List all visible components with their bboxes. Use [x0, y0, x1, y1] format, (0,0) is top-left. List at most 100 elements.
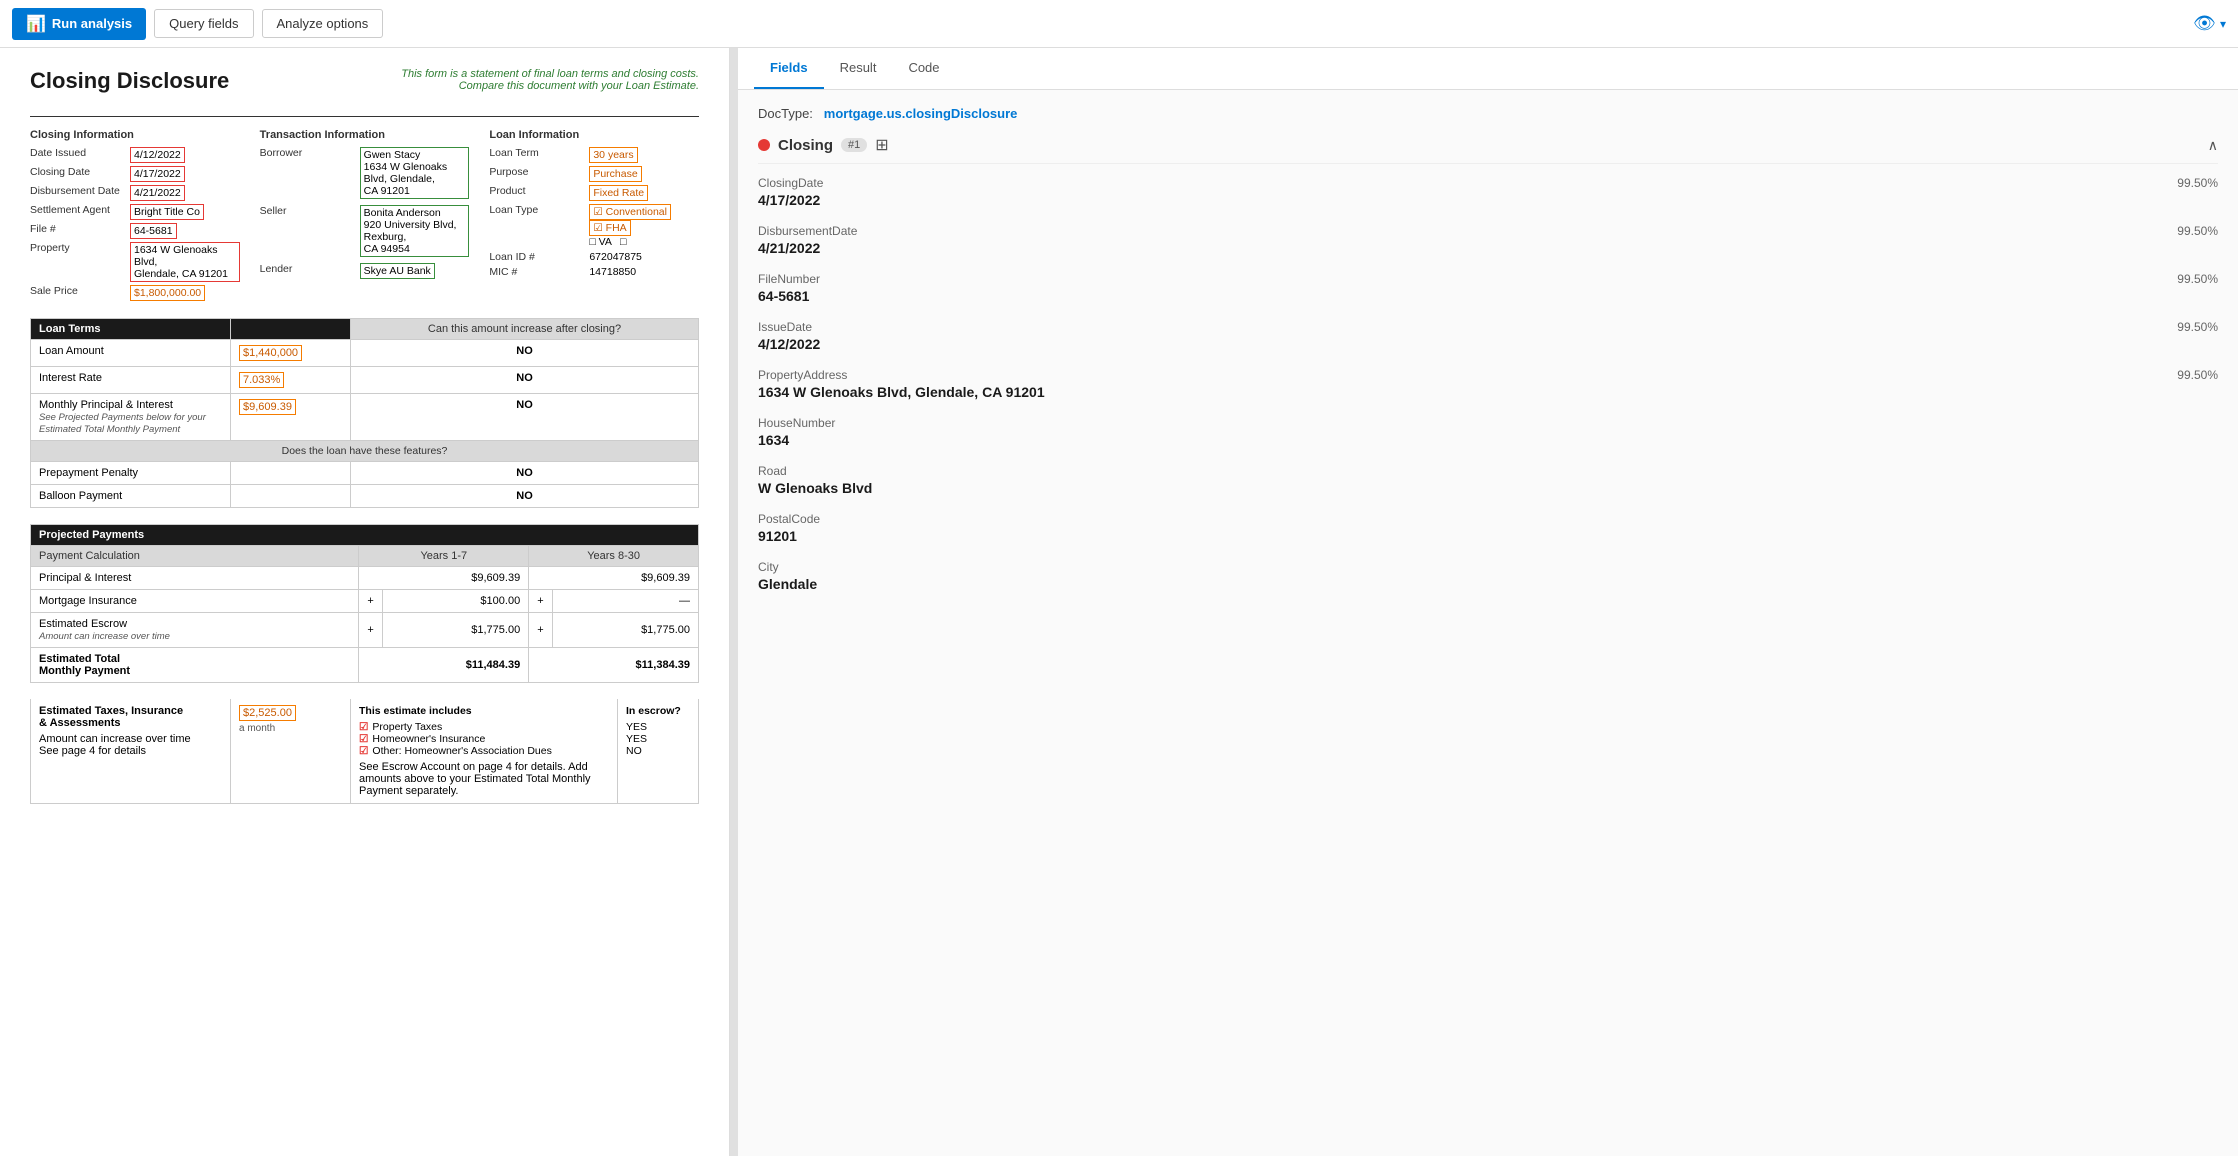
estimated-escrow-row: Estimated Escrow Amount can increase ove… [31, 613, 699, 648]
taxes-item-homeowner: ☑ Homeowner's Insurance [359, 733, 609, 745]
projected-payments-table: Projected Payments Payment Calculation Y… [30, 524, 699, 683]
interest-rate-value: 7.033% [231, 367, 351, 394]
tab-result[interactable]: Result [824, 48, 893, 89]
title-divider [30, 116, 699, 117]
taxes-note: Amount can increase over timeSee page 4 … [39, 733, 222, 757]
loan-term: Loan Term 30 years [489, 147, 699, 163]
closing-info-settlement: Settlement Agent Bright Title Co [30, 204, 240, 220]
escrow-header: In escrow? [626, 705, 690, 717]
prepayment-yesno: NO [351, 462, 699, 485]
escrow-yes2: YES [626, 733, 690, 745]
taxes-main-label: Estimated Taxes, Insurance& Assessments [39, 705, 222, 729]
closing-section-header[interactable]: Closing #1 ⊞ ∧ [758, 135, 2218, 164]
loan-type: Loan Type ☑ Conventional ☑ FHA □ VA □ [489, 204, 699, 248]
transaction-borrower: Borrower Gwen Stacy1634 W Glenoaks Blvd,… [260, 147, 470, 199]
taxes-item-property: ☑ Property Taxes [359, 721, 609, 733]
field-name-2: FileNumber [758, 272, 820, 286]
document-title: Closing Disclosure [30, 68, 229, 94]
field-value-5: 1634 [758, 432, 2218, 448]
taxes-includes-header: This estimate includes [359, 705, 609, 717]
closing-info-header: Closing Information [30, 129, 240, 141]
field-closing-date: ClosingDate 99.50% 4/17/2022 [758, 176, 2218, 208]
years-1-7-header: Years 1-7 [359, 546, 529, 567]
field-name-0: ClosingDate [758, 176, 823, 190]
proj-pay-header: Projected Payments [31, 525, 699, 546]
taxes-escrow-col: In escrow? YES YES NO [618, 699, 698, 803]
balloon-payment-row: Balloon Payment NO [31, 485, 699, 508]
closing-badge: #1 [841, 138, 867, 152]
eye-icon: 👁 [2193, 13, 2216, 34]
principal-interest-row: Principal & Interest $9,609.39 $9,609.39 [31, 567, 699, 590]
taxes-value: $2,525.00 [239, 705, 296, 721]
toolbar: 📊 Run analysis Query fields Analyze opti… [0, 0, 2238, 48]
transaction-info-col: Transaction Information Borrower Gwen St… [260, 129, 470, 304]
field-name-6: Road [758, 464, 787, 478]
main-container: Closing Disclosure This form is a statem… [0, 48, 2238, 1156]
field-confidence-0: 99.50% [2177, 176, 2218, 190]
field-name-3: IssueDate [758, 320, 812, 334]
principal-interest-label: Principal & Interest [31, 567, 359, 590]
field-name-5: HouseNumber [758, 416, 835, 430]
document-subtitle: This form is a statement of final loan t… [359, 68, 699, 92]
analyze-options-button[interactable]: Analyze options [262, 9, 384, 38]
field-value-4: 1634 W Glenoaks Blvd, Glendale, CA 91201 [758, 384, 2218, 400]
query-fields-button[interactable]: Query fields [154, 9, 253, 38]
doctype-row: DocType: mortgage.us.closingDisclosure [758, 106, 2218, 121]
field-confidence-3: 99.50% [2177, 320, 2218, 334]
field-value-3: 4/12/2022 [758, 336, 2218, 352]
field-confidence-1: 99.50% [2177, 224, 2218, 238]
interest-rate-row: Interest Rate 7.033% NO [31, 367, 699, 394]
loan-product: Product Fixed Rate [489, 185, 699, 201]
loan-mic: MIC # 14718850 [489, 266, 699, 278]
field-value-7: 91201 [758, 528, 2218, 544]
field-value-6: W Glenoaks Blvd [758, 480, 2218, 496]
taxes-includes-col: This estimate includes ☑ Property Taxes … [351, 699, 618, 803]
tab-code[interactable]: Code [892, 48, 955, 89]
loan-amount-label: Loan Amount [31, 340, 231, 367]
tab-fields[interactable]: Fields [754, 48, 824, 89]
escrow-years1: $1,775.00 [382, 613, 528, 648]
features-header: Does the loan have these features? [31, 441, 699, 462]
principal-interest-years1: $9,609.39 [359, 567, 529, 590]
monthly-payment-value: $9,609.39 [231, 394, 351, 441]
view-toggle[interactable]: 👁 ▾ [2193, 13, 2226, 34]
field-name-4: PropertyAddress [758, 368, 847, 382]
chevron-down-icon: ▾ [2220, 17, 2226, 31]
taxes-item-hoa: ☑ Other: Homeowner's Association Dues [359, 745, 609, 757]
analyze-options-label: Analyze options [277, 16, 369, 31]
loan-amount-row: Loan Amount $1,440,000 NO [31, 340, 699, 367]
years-8-30-header: Years 8-30 [529, 546, 699, 567]
run-analysis-button[interactable]: 📊 Run analysis [12, 8, 146, 40]
escrow-yes1: YES [626, 721, 690, 733]
mortgage-insurance-label: Mortgage Insurance [31, 590, 359, 613]
closing-info-date-issued: Date Issued 4/12/2022 [30, 147, 240, 163]
escrow-no: NO [626, 745, 690, 757]
transaction-seller: Seller Bonita Anderson920 University Blv… [260, 205, 470, 257]
closing-info-file: File # 64-5681 [30, 223, 240, 239]
grid-icon[interactable]: ⊞ [875, 135, 888, 155]
monthly-payment-label: Monthly Principal & Interest See Project… [31, 394, 231, 441]
info-row: Closing Information Date Issued 4/12/202… [30, 129, 699, 304]
field-name-7: PostalCode [758, 512, 820, 526]
doctype-label: DocType: [758, 106, 813, 121]
balloon-yesno: NO [351, 485, 699, 508]
taxes-escrow-note: See Escrow Account on page 4 for details… [359, 761, 609, 797]
escrow-years2: $1,775.00 [552, 613, 698, 648]
query-fields-label: Query fields [169, 16, 238, 31]
loan-terms-table: Loan Terms Can this amount increase afte… [30, 318, 699, 508]
balloon-label: Balloon Payment [31, 485, 231, 508]
estimated-total-label: Estimated TotalMonthly Payment [31, 648, 359, 683]
chevron-up-icon[interactable]: ∧ [2208, 137, 2218, 154]
interest-rate-label: Interest Rate [31, 367, 231, 394]
closing-info-col: Closing Information Date Issued 4/12/202… [30, 129, 240, 304]
document-panel: Closing Disclosure This form is a statem… [0, 48, 730, 1156]
loan-id: Loan ID # 672047875 [489, 251, 699, 263]
mortgage-insurance-row: Mortgage Insurance + $100.00 + — [31, 590, 699, 613]
estimated-escrow-label: Estimated Escrow Amount can increase ove… [31, 613, 359, 648]
loan-terms-header: Loan Terms [31, 319, 231, 340]
field-value-8: Glendale [758, 576, 2218, 592]
field-file-number: FileNumber 99.50% 64-5681 [758, 272, 2218, 304]
taxes-value-col: $2,525.00 a month [231, 699, 351, 803]
taxes-label-col: Estimated Taxes, Insurance& Assessments … [31, 699, 231, 803]
panel-divider [730, 48, 738, 1156]
